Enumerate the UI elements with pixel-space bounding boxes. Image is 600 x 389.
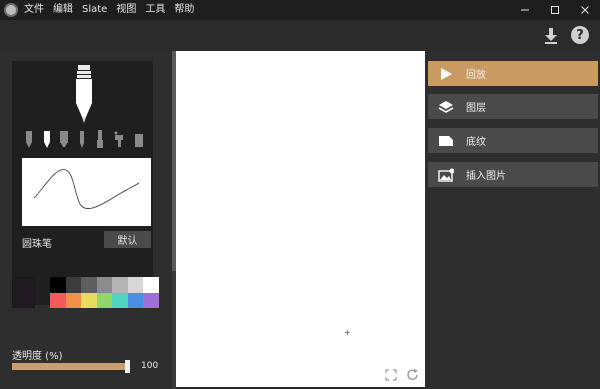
brush-panel: 圆珠笔 默认 bbox=[12, 61, 153, 305]
panel-item-label: 图层 bbox=[466, 103, 486, 114]
drawing-canvas[interactable] bbox=[176, 51, 425, 387]
current-color-swatch[interactable] bbox=[12, 277, 35, 308]
fit-screen-icon[interactable] bbox=[385, 369, 397, 381]
menu-view[interactable]: 视图 bbox=[116, 0, 136, 20]
maximize-button[interactable] bbox=[540, 0, 570, 20]
play-icon bbox=[438, 66, 454, 82]
color-swatch[interactable] bbox=[81, 277, 97, 293]
maximize-icon bbox=[551, 6, 559, 14]
panel-item-playback[interactable]: 回放 bbox=[428, 61, 598, 86]
brush-name-label: 圆珠笔 bbox=[22, 239, 52, 250]
panel-item-insert-image[interactable]: 插入图片 bbox=[428, 162, 598, 187]
panel-item-label: 回放 bbox=[466, 70, 486, 81]
selected-brush-icon bbox=[76, 65, 92, 123]
brush-tool-row bbox=[24, 127, 144, 149]
layers-icon bbox=[438, 99, 454, 115]
color-swatch[interactable] bbox=[127, 277, 144, 293]
marker-tool-icon[interactable] bbox=[59, 129, 69, 149]
color-swatch[interactable] bbox=[112, 292, 128, 308]
menubar: 文件 编辑 Slate 视图 工具 帮助 bbox=[0, 0, 600, 20]
opacity-label: 透明度 (%) bbox=[12, 351, 63, 362]
panel-item-layers[interactable]: 图层 bbox=[428, 94, 598, 119]
insert-image-icon bbox=[438, 167, 454, 183]
color-swatch[interactable] bbox=[96, 277, 113, 293]
color-swatch[interactable] bbox=[50, 292, 66, 308]
cursor-crosshair-icon: + bbox=[344, 328, 351, 337]
eraser-tool-icon[interactable] bbox=[134, 129, 144, 149]
color-palette bbox=[50, 277, 159, 308]
color-swatch[interactable] bbox=[96, 292, 113, 308]
airbrush-tool-icon[interactable] bbox=[112, 129, 126, 149]
color-swatch[interactable] bbox=[65, 277, 82, 293]
panel-item-label: 插入图片 bbox=[466, 171, 506, 182]
menu-tools[interactable]: 工具 bbox=[145, 0, 165, 20]
panel-item-paper[interactable]: 底纹 bbox=[428, 128, 598, 153]
opacity-slider-thumb[interactable] bbox=[125, 360, 130, 373]
color-swatch[interactable] bbox=[143, 292, 159, 308]
menu-edit[interactable]: 编辑 bbox=[53, 0, 73, 20]
color-swatch[interactable] bbox=[65, 292, 82, 308]
minimize-icon bbox=[521, 9, 529, 11]
app-logo-icon bbox=[4, 3, 18, 17]
rotate-icon[interactable] bbox=[406, 368, 420, 382]
opacity-value: 100 bbox=[141, 361, 159, 371]
close-icon bbox=[581, 6, 589, 14]
window-controls bbox=[510, 0, 600, 20]
minimize-button[interactable] bbox=[510, 0, 540, 20]
ballpoint-tool-icon[interactable] bbox=[42, 129, 52, 149]
left-panel: 圆珠笔 默认 透明度 (%) 100 bbox=[0, 51, 172, 389]
download-icon bbox=[545, 28, 557, 44]
paper-icon bbox=[438, 133, 454, 149]
help-button[interactable]: ? bbox=[571, 26, 589, 44]
pencil-tool-icon[interactable] bbox=[77, 129, 87, 149]
menu-file[interactable]: 文件 bbox=[24, 0, 44, 20]
default-button[interactable]: 默认 bbox=[104, 231, 151, 248]
menu-slate[interactable]: Slate bbox=[82, 0, 107, 20]
brush-tool-icon[interactable] bbox=[95, 129, 105, 149]
right-panel: 回放 图层 底纹 插入图片 bbox=[425, 51, 600, 389]
opacity-slider-track[interactable] bbox=[12, 363, 130, 370]
panel-item-label: 底纹 bbox=[466, 137, 486, 148]
color-swatch[interactable] bbox=[112, 277, 128, 293]
toolbar: ? bbox=[0, 20, 600, 51]
menu-help[interactable]: 帮助 bbox=[174, 0, 194, 20]
color-swatch[interactable] bbox=[127, 292, 144, 308]
color-swatch[interactable] bbox=[81, 292, 97, 308]
close-button[interactable] bbox=[570, 0, 600, 20]
pen-tool-icon[interactable] bbox=[24, 129, 34, 149]
stroke-preview bbox=[22, 158, 151, 226]
download-button[interactable] bbox=[543, 27, 559, 45]
color-swatch[interactable] bbox=[143, 277, 159, 293]
color-swatch[interactable] bbox=[50, 277, 66, 293]
